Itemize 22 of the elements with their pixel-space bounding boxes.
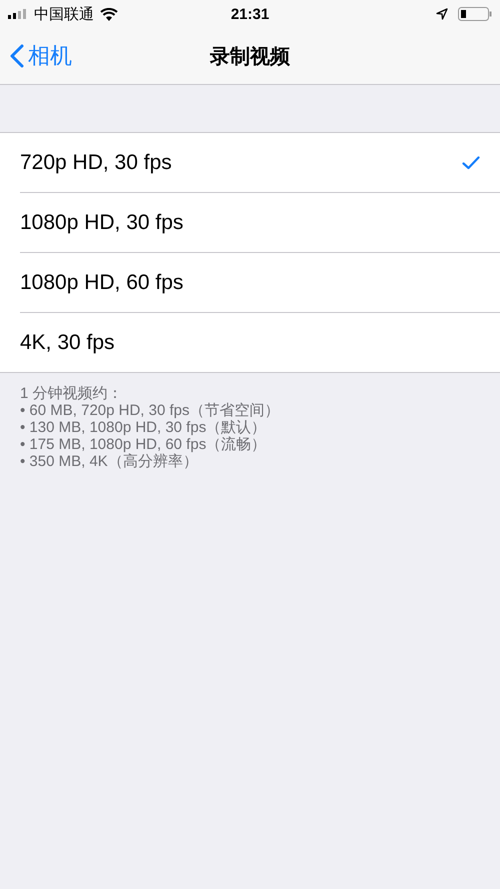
resolution-option[interactable]: 4K, 30 fps — [20, 313, 500, 372]
option-label: 1080p HD, 60 fps — [20, 270, 184, 294]
chevron-left-icon — [10, 44, 24, 68]
option-label: 720p HD, 30 fps — [20, 150, 173, 174]
wifi-icon — [100, 8, 118, 20]
option-label: 4K, 30 fps — [20, 330, 116, 354]
resolution-option[interactable]: 1080p HD, 30 fps — [20, 193, 500, 253]
page-title: 录制视频 — [210, 44, 290, 70]
battery-icon — [458, 7, 492, 21]
status-time: 21:31 — [230, 6, 270, 22]
resolution-option[interactable]: 1080p HD, 60 fps — [20, 253, 500, 313]
back-button[interactable]: 相机 — [0, 41, 72, 71]
option-label: 1080p HD, 30 fps — [20, 210, 184, 234]
signal-icon — [8, 9, 28, 19]
footer-note: • 175 MB, 1080p HD, 60 fps（流畅） — [20, 436, 268, 453]
carrier-name: 中国联通 — [34, 4, 94, 24]
footer-note: • 60 MB, 720p HD, 30 fps（节省空间） — [20, 402, 281, 419]
resolution-option[interactable]: 720p HD, 30 fps — [20, 133, 500, 193]
footer-note: • 130 MB, 1080p HD, 30 fps（默认） — [20, 419, 268, 436]
location-arrow-icon — [436, 8, 448, 20]
footer-note: 1 分钟视频约： — [20, 385, 124, 402]
footer-note: • 350 MB, 4K（高分辨率） — [20, 453, 199, 470]
